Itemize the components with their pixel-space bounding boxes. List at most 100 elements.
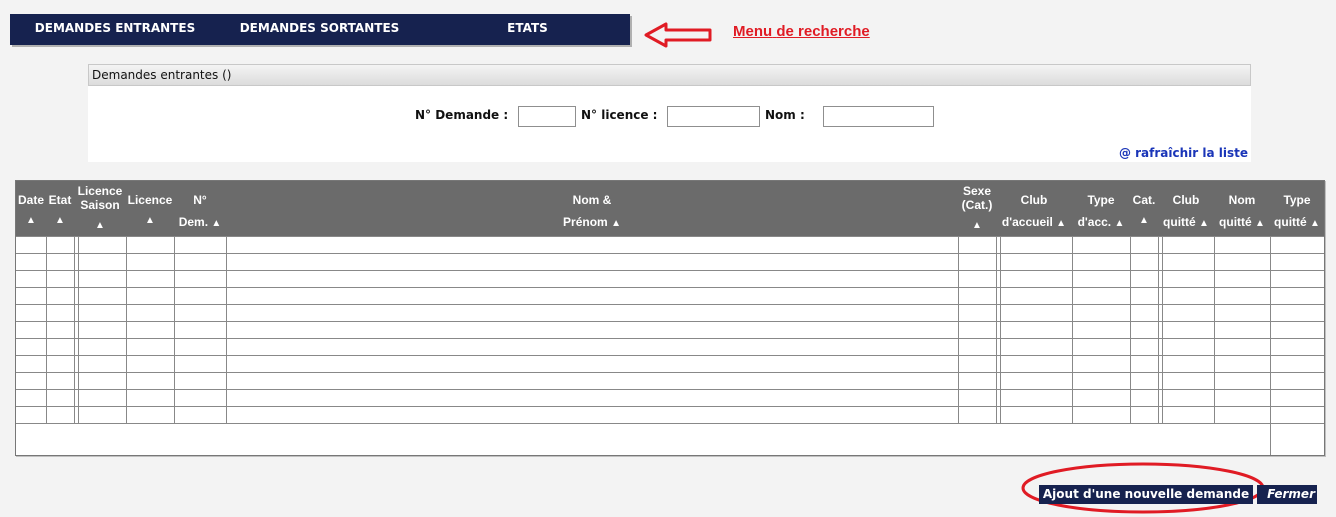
col-nom-prenom[interactable]: Nom & Prénom ▲ xyxy=(226,181,958,236)
table-row-divider xyxy=(16,270,1324,271)
table-row-divider xyxy=(16,304,1324,305)
sort-icon: ▲ xyxy=(1310,218,1320,229)
table-column-divider xyxy=(1072,236,1073,423)
col-type-label-2: d'acc. ▲ xyxy=(1072,215,1130,229)
table-column-divider xyxy=(78,236,79,423)
col-cat[interactable]: Cat. ▲ xyxy=(1130,181,1158,236)
table-column-divider xyxy=(1270,236,1271,423)
sort-icon: ▲ xyxy=(95,220,105,231)
col-nom-label-2: Prénom ▲ xyxy=(226,215,958,229)
col-numero-label: N° xyxy=(193,193,207,207)
left-arrow-icon xyxy=(644,22,712,48)
col-nom-label: Nom & xyxy=(572,193,612,207)
sort-icon: ▲ xyxy=(55,215,65,226)
col-club-label-2: d'accueil ▲ xyxy=(996,215,1072,229)
table-row-divider xyxy=(16,287,1324,288)
annotation-word-menu: Menu xyxy=(733,23,773,40)
col-nom-quitte[interactable]: Nom quitté ▲ xyxy=(1214,181,1270,236)
col-licence-label: Licence xyxy=(127,193,173,207)
col-quitte: quitté xyxy=(1274,215,1307,229)
col-club-quitte-label: Club xyxy=(1172,193,1200,207)
demande-number-input[interactable] xyxy=(518,106,576,127)
sort-icon: ▲ xyxy=(1199,218,1209,229)
col-licence[interactable]: Licence ▲ xyxy=(126,181,174,236)
col-type-quitte-label-2: quitté ▲ xyxy=(1270,215,1324,229)
col-quitte: quitté xyxy=(1163,215,1196,229)
col-numero-demande[interactable]: N° Dem. ▲ xyxy=(174,181,226,236)
sort-icon: ▲ xyxy=(1255,218,1265,229)
table-row-divider xyxy=(16,423,1324,424)
col-date-label: Date xyxy=(17,193,44,207)
col-club-quitte-label-2: quitté ▲ xyxy=(1158,215,1214,229)
col-club-accueil[interactable]: Club d'accueil ▲ xyxy=(996,181,1072,236)
search-row: N° Demande : N° licence : Nom : xyxy=(88,106,1251,128)
nav-demandes-sortantes[interactable]: DEMANDES SORTANTES xyxy=(222,14,417,45)
col-sexe-label-2: (Cat.) xyxy=(961,198,993,212)
sort-icon: ▲ xyxy=(1056,218,1067,229)
table-column-divider xyxy=(1130,236,1131,423)
col-numero-dem: Dem. xyxy=(178,215,209,229)
table-column-divider xyxy=(174,236,175,423)
table-column-divider xyxy=(1214,236,1215,423)
close-button[interactable]: Fermer xyxy=(1257,485,1317,504)
sort-icon: ▲ xyxy=(1139,215,1149,226)
table-column-divider xyxy=(1270,423,1271,455)
col-quitte: quitté xyxy=(1219,215,1252,229)
panel-title: Demandes entrantes () xyxy=(88,64,1251,86)
col-date[interactable]: Date ▲ xyxy=(16,181,46,236)
col-licence-saison[interactable]: Licence Saison ▲ xyxy=(74,181,126,236)
table-column-divider xyxy=(958,236,959,423)
col-nom-quitte-label: Nom xyxy=(1228,193,1256,207)
col-type-label: Type xyxy=(1087,193,1115,207)
col-club-quitte[interactable]: Club quitté ▲ xyxy=(1158,181,1214,236)
table-row-divider xyxy=(16,253,1324,254)
col-accueil: d'accueil xyxy=(1001,215,1053,229)
table-row-divider xyxy=(16,389,1324,390)
table-row-divider xyxy=(16,406,1324,407)
demande-number-label: N° Demande : xyxy=(415,108,509,122)
nav-etats[interactable]: ETATS xyxy=(435,14,620,45)
requests-table: Date ▲ Etat ▲ Licence Saison ▲ Licence ▲… xyxy=(15,180,1325,456)
col-club-label: Club xyxy=(1020,193,1048,207)
table-column-divider xyxy=(74,236,75,423)
col-sexe-label: Sexe xyxy=(962,184,992,198)
table-column-divider xyxy=(226,236,227,423)
table-row-divider xyxy=(16,372,1324,373)
annotation-label: Menu de recherche xyxy=(733,23,870,40)
col-type-accueil[interactable]: Type d'acc. ▲ xyxy=(1072,181,1130,236)
table-row-divider xyxy=(16,355,1324,356)
main-menu: DEMANDES ENTRANTES DEMANDES SORTANTES ET… xyxy=(10,14,630,45)
annotation-word-search: de recherche xyxy=(776,23,870,40)
table-column-divider xyxy=(996,236,997,423)
table-row-divider xyxy=(16,321,1324,322)
sort-icon: ▲ xyxy=(972,220,982,231)
add-request-button[interactable]: Ajout d'une nouvelle demande xyxy=(1039,485,1253,504)
col-type-quitte[interactable]: Type quitté ▲ xyxy=(1270,181,1324,236)
col-sexe[interactable]: Sexe (Cat.) ▲ xyxy=(958,181,996,236)
table-column-divider xyxy=(1000,236,1001,423)
nom-input[interactable] xyxy=(823,106,934,127)
col-cat-label: Cat. xyxy=(1132,193,1156,207)
table-column-divider xyxy=(1158,236,1159,423)
search-panel: Demandes entrantes () N° Demande : N° li… xyxy=(88,64,1251,162)
col-etat[interactable]: Etat ▲ xyxy=(46,181,74,236)
table-body xyxy=(16,236,1324,455)
table-column-divider xyxy=(1162,236,1163,423)
table-row-divider xyxy=(16,338,1324,339)
col-type-quitte-label: Type xyxy=(1283,193,1311,207)
col-licence-saison-label: Licence xyxy=(77,184,123,198)
refresh-list-link[interactable]: @ rafraîchir la liste xyxy=(1119,146,1248,160)
table-row-divider xyxy=(16,236,1324,237)
sort-icon: ▲ xyxy=(26,215,36,226)
table-column-divider xyxy=(46,236,47,423)
col-type-acc: d'acc. xyxy=(1077,215,1112,229)
col-numero-label-2: Dem. ▲ xyxy=(174,215,226,229)
table-header: Date ▲ Etat ▲ Licence Saison ▲ Licence ▲… xyxy=(16,181,1324,236)
col-nom-quitte-label-2: quitté ▲ xyxy=(1214,215,1270,229)
sort-icon: ▲ xyxy=(1114,218,1125,229)
col-prenom: Prénom xyxy=(563,215,608,229)
sort-icon: ▲ xyxy=(145,215,155,226)
nav-demandes-entrantes[interactable]: DEMANDES ENTRANTES xyxy=(20,14,210,45)
sort-icon: ▲ xyxy=(611,218,621,229)
licence-number-input[interactable] xyxy=(667,106,760,127)
